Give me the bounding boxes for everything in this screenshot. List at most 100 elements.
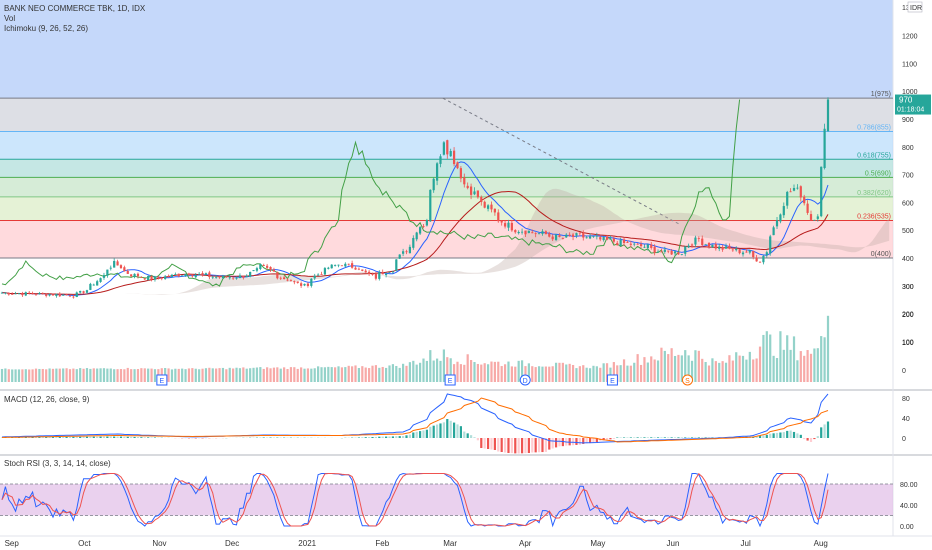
macd-histogram-bar xyxy=(551,438,554,449)
volume-bar xyxy=(388,365,391,382)
volume-bar xyxy=(306,368,310,382)
volume-bar xyxy=(174,368,177,382)
volume-bar xyxy=(799,351,802,382)
stoch-legend[interactable]: Stoch RSI (3, 3, 14, 14, close) xyxy=(4,459,111,469)
candle-body xyxy=(497,212,500,222)
macd-histogram-bar xyxy=(673,437,677,438)
volume-bar xyxy=(170,369,174,382)
volume-bar xyxy=(813,348,816,382)
candle-body xyxy=(272,269,276,272)
candle-body xyxy=(762,255,765,263)
candle-body xyxy=(507,222,510,228)
volume-bar xyxy=(456,361,459,382)
symbol-title[interactable]: BANK NEO COMMERCE TBK, 1D, IDX xyxy=(4,4,145,14)
candle-body xyxy=(34,294,38,295)
candle-body xyxy=(786,191,789,206)
volume-bar xyxy=(68,369,72,382)
macd-histogram-bar xyxy=(429,426,432,438)
volume-bar xyxy=(667,354,670,382)
volume-bar xyxy=(300,367,303,382)
macd-histogram-bar xyxy=(68,436,72,438)
macd-histogram-bar xyxy=(765,434,768,438)
volume-bar xyxy=(459,364,462,382)
candle-body xyxy=(232,277,235,279)
chart-area[interactable]: 1(975) 0.786(855) 0.618(755) 0.5(690) 0.382(… xyxy=(0,0,932,550)
volume-bar xyxy=(96,368,99,382)
candle-body xyxy=(344,263,347,267)
candle-body xyxy=(796,187,799,189)
volume-bar xyxy=(578,366,581,382)
volume-bar xyxy=(493,361,496,382)
candle-body xyxy=(235,277,238,279)
volume-bar xyxy=(249,368,252,382)
candle-body xyxy=(490,204,493,210)
candle-body xyxy=(361,269,364,271)
candle-body xyxy=(293,281,296,283)
event-marker-label: E xyxy=(160,378,165,385)
volume-bar xyxy=(435,358,439,382)
macd-histogram-bar xyxy=(463,431,466,438)
volume-bar xyxy=(218,368,221,382)
candle-body xyxy=(616,242,619,246)
macd-legend[interactable]: MACD (12, 26, close, 9) xyxy=(4,395,89,405)
candle-body xyxy=(245,275,248,278)
macd-histogram-bar xyxy=(381,436,384,438)
macd-histogram-bar xyxy=(534,438,537,453)
macd-histogram-bar xyxy=(809,438,813,442)
macd-histogram-bar xyxy=(775,432,779,438)
candle-body xyxy=(55,294,58,297)
candle-body xyxy=(140,277,143,278)
volume-legend[interactable]: Vol xyxy=(4,14,145,24)
volume-bar xyxy=(718,362,721,382)
volume-bar xyxy=(62,368,65,382)
macd-histogram-bar xyxy=(92,436,95,438)
time-tick-label: 2021 xyxy=(298,539,316,548)
candle-body xyxy=(408,246,412,254)
volume-bar xyxy=(656,360,660,382)
candle-body xyxy=(167,276,170,278)
volume-bar xyxy=(119,369,123,382)
macd-histogram-bar xyxy=(143,437,146,438)
ichimoku-legend[interactable]: Ichimoku (9, 26, 52, 26) xyxy=(4,24,145,34)
fib-level-label: 0.5(690) xyxy=(865,170,891,177)
macd-histogram-bar xyxy=(82,436,85,438)
volume-bar xyxy=(38,368,41,382)
macd-histogram-bar xyxy=(514,438,517,454)
volume-bar xyxy=(296,368,299,382)
volume-bar xyxy=(724,362,728,382)
volume-bar xyxy=(721,361,724,382)
macd-histogram-bar xyxy=(486,438,490,449)
candle-body xyxy=(466,185,469,189)
volume-bar xyxy=(503,364,507,382)
volume-bar xyxy=(28,369,31,382)
volume-bar xyxy=(405,365,408,382)
volume-bar xyxy=(711,358,714,382)
candle-body xyxy=(51,294,55,296)
volume-bar xyxy=(45,369,48,382)
macd-histogram-bar xyxy=(524,438,527,454)
macd-pane xyxy=(0,393,830,454)
volume-bar xyxy=(378,367,381,382)
candle-body xyxy=(334,265,337,266)
volume-bar xyxy=(500,366,503,382)
volume-bar xyxy=(48,368,51,382)
candle-body xyxy=(116,261,119,266)
volume-bar xyxy=(480,364,483,382)
candle-body xyxy=(670,250,673,255)
macd-histogram-bar xyxy=(493,438,496,450)
candle-body xyxy=(347,263,350,265)
chart-svg[interactable]: 1(975) 0.786(855) 0.618(755) 0.5(690) 0.382(… xyxy=(0,0,932,550)
volume-bar xyxy=(537,366,541,382)
volume-bar xyxy=(544,366,547,382)
candle-body xyxy=(378,272,381,279)
volume-bar xyxy=(58,368,61,382)
volume-bar xyxy=(191,368,194,382)
volume-bar xyxy=(228,367,231,382)
candle-body xyxy=(14,293,17,295)
macd-histogram-bar xyxy=(51,437,55,438)
volume-bar xyxy=(694,350,697,382)
candle-body xyxy=(306,283,310,286)
volume-bar xyxy=(398,367,401,382)
macd-histogram-bar xyxy=(796,433,799,438)
candle-body xyxy=(588,236,592,239)
